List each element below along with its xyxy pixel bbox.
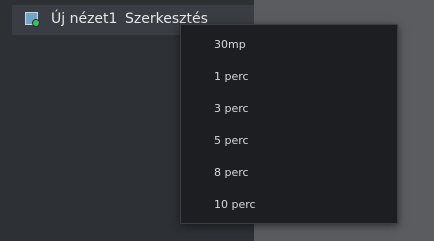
interval-dropdown-menu: 30mp 1 perc 3 perc 5 perc 8 perc 10 perc [180, 24, 398, 224]
view-title[interactable]: Új nézet1 [51, 9, 117, 29]
menu-item-5-perc[interactable]: 5 perc [181, 125, 397, 157]
menu-item-10-perc[interactable]: 10 perc [181, 189, 397, 221]
menu-item-3-perc[interactable]: 3 perc [181, 93, 397, 125]
status-dot-icon [32, 19, 40, 27]
menu-item-8-perc[interactable]: 8 perc [181, 157, 397, 189]
menu-item-30mp[interactable]: 30mp [181, 29, 397, 61]
view-icon [25, 12, 40, 27]
menu-item-1-perc[interactable]: 1 perc [181, 61, 397, 93]
